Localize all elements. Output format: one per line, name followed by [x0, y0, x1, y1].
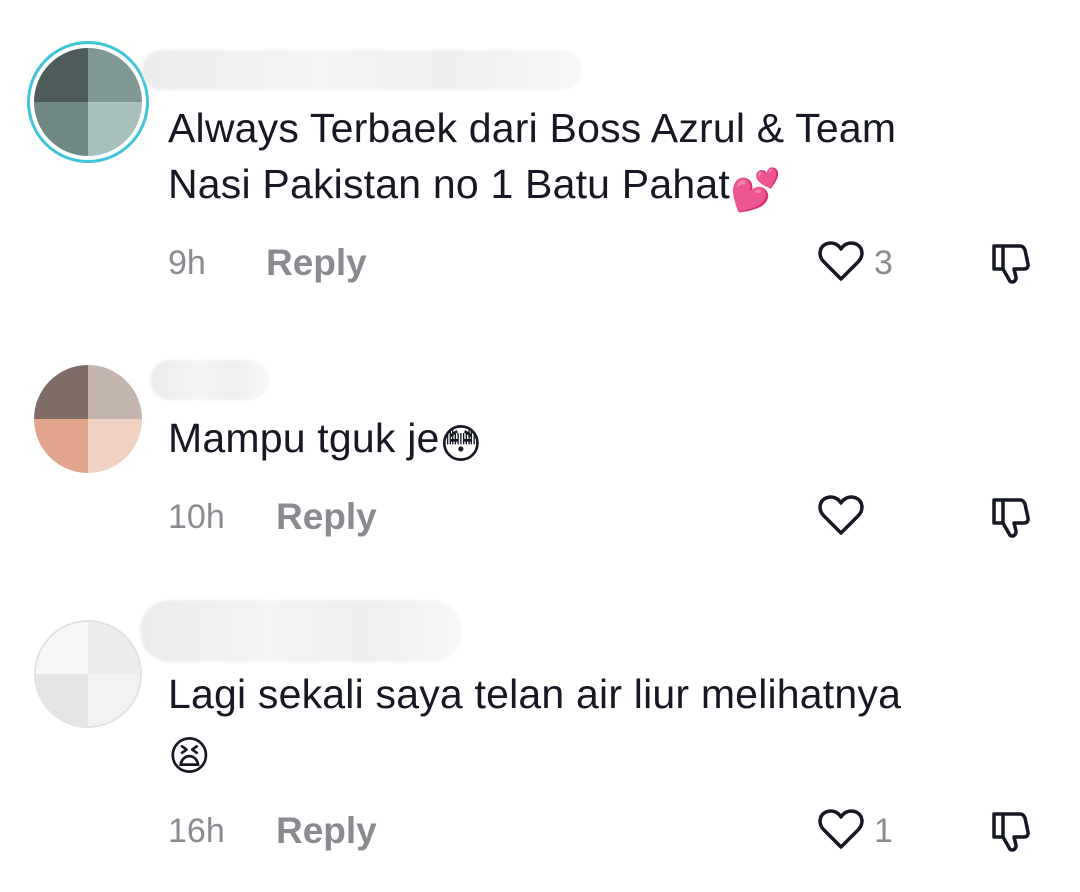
comment-text-line: 😫: [168, 722, 1028, 784]
thumbs-down-outline-icon[interactable]: [988, 240, 1034, 291]
comment-time: 10h: [168, 498, 225, 536]
like-count: 1: [874, 811, 893, 850]
comment-text-line: Lagi sekali saya telan air liur melihatn…: [168, 671, 902, 717]
comment-text: Lagi sekali saya telan air liur melihatn…: [168, 666, 1028, 784]
comment-text-line: Always Terbaek dari Boss Azrul & Team: [168, 105, 897, 151]
comment-time: 9h: [168, 244, 206, 282]
comment-text: Mampu tguk je😳: [168, 410, 1028, 472]
reply-button[interactable]: Reply: [266, 242, 367, 284]
two-hearts-emoji: 💕: [729, 167, 782, 213]
comment-text-line: Nasi Pakistan no 1 Batu Pahat💕: [168, 156, 1028, 218]
reply-button[interactable]: Reply: [276, 496, 377, 538]
heart-outline-icon: [818, 240, 864, 287]
like-count: 3: [874, 243, 893, 282]
comment-actions: 9h Reply 3: [168, 238, 1048, 288]
avatar-blur-mosaic: [34, 48, 142, 156]
heart-outline-icon: [818, 494, 864, 541]
avatar-blur-mosaic: [36, 622, 140, 726]
avatar[interactable]: [34, 620, 142, 728]
comment-text-line-content: Mampu tguk je: [168, 415, 440, 461]
avatar-blur-mosaic: [34, 365, 142, 473]
username-redacted[interactable]: [150, 360, 270, 400]
flushed-face-emoji: 😳: [439, 421, 483, 467]
like-button[interactable]: 1: [818, 806, 893, 856]
like-button[interactable]: 3: [818, 238, 893, 288]
comment-time: 16h: [168, 812, 225, 850]
username-redacted[interactable]: [142, 50, 582, 90]
thumbs-down-outline-icon[interactable]: [988, 808, 1034, 859]
comment-text-line: Mampu tguk je😳: [168, 410, 1028, 472]
reply-button[interactable]: Reply: [276, 810, 377, 852]
heart-outline-icon: [818, 808, 864, 855]
avatar[interactable]: [34, 48, 142, 156]
tired-face-emoji: 😫: [168, 733, 211, 779]
comment-text-line-content: Nasi Pakistan no 1 Batu Pahat: [168, 161, 730, 207]
like-button[interactable]: [818, 492, 874, 542]
avatar[interactable]: [34, 365, 142, 473]
comment-text: Always Terbaek dari Boss Azrul & Team Na…: [168, 100, 1028, 218]
thumbs-down-outline-icon[interactable]: [988, 494, 1034, 545]
username-redacted[interactable]: [140, 600, 462, 662]
comment-actions: 10h Reply: [168, 492, 1048, 542]
comment-actions: 16h Reply 1: [168, 806, 1048, 856]
